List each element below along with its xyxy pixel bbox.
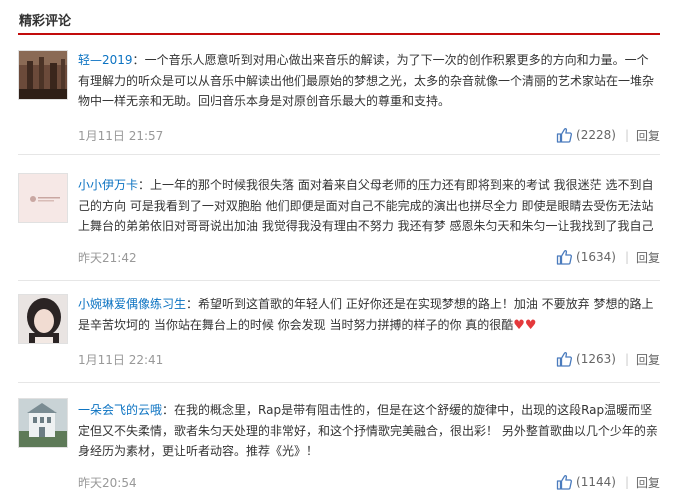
comment-author[interactable]: 一朵会飞的云哦 [78, 403, 162, 417]
comment-divider [18, 382, 660, 383]
reply-link[interactable]: 回复 [636, 249, 660, 266]
avatar[interactable] [18, 173, 68, 223]
comment-item: 小婉琳爱偶像练习生：希望听到这首歌的年轻人们 正好你还是在实现梦想的路上！加油 … [18, 294, 660, 383]
thumbs-up-icon[interactable] [556, 351, 573, 367]
comment-meta: 昨天21:42 (1634) | 回复 [78, 247, 660, 267]
reply-link[interactable]: 回复 [636, 474, 660, 491]
title-rule [18, 33, 660, 35]
avatar-logo-icon [19, 174, 67, 222]
comment-item: 一朵会飞的云哦：在我的概念里，Rap是带有阻击性的，但是在这个舒缓的旋律中，出现… [18, 398, 660, 500]
comment-divider [18, 154, 660, 155]
like-count: (1144) [576, 475, 616, 489]
thumbs-up-icon[interactable] [556, 474, 573, 490]
comment-meta: 1月11日 22:41 (1263) | 回复 [78, 349, 660, 369]
divider: | [624, 352, 629, 366]
comment-author[interactable]: 轻—2019 [78, 53, 133, 67]
avatar-building-icon [19, 399, 67, 447]
avatar[interactable] [18, 50, 68, 100]
like-count: (1634) [576, 250, 616, 264]
thumbs-up-icon[interactable] [556, 127, 573, 143]
comment-actions: (1263) | 回复 [556, 349, 660, 369]
section-title: 精彩评论 [19, 14, 72, 29]
reply-link[interactable]: 回复 [636, 351, 660, 368]
comment-actions: (2228) | 回复 [556, 125, 660, 145]
avatar-photo-icon [19, 51, 67, 99]
divider: | [624, 128, 629, 142]
comment-text: 一朵会飞的云哦：在我的概念里，Rap是带有阻击性的，但是在这个舒缓的旋律中，出现… [78, 403, 658, 458]
comment-author[interactable]: 小婉琳爱偶像练习生 [78, 297, 186, 311]
like-count: (2228) [576, 128, 616, 142]
divider: | [624, 250, 629, 264]
heart-emoji: ♥♥ [513, 317, 537, 333]
comment-item: 轻—2019：一个音乐人愿意听到对用心做出来音乐的解读，为了下一次的创作积累更多… [18, 50, 660, 155]
comment-item: 小小伊万卡：上一年的那个时候我很失落 面对着来自父母老师的压力还有即将到来的考试… [18, 173, 660, 281]
avatar[interactable] [18, 398, 68, 448]
comment-time: 昨天20:54 [78, 476, 137, 490]
comment-divider [18, 280, 660, 281]
reply-link[interactable]: 回复 [636, 127, 660, 144]
comment-text: 小小伊万卡：上一年的那个时候我很失落 面对着来自父母老师的压力还有即将到来的考试… [78, 178, 654, 233]
comment-text: 轻—2019：一个音乐人愿意听到对用心做出来音乐的解读，为了下一次的创作积累更多… [78, 53, 655, 108]
avatar-girl-icon [19, 295, 67, 343]
comment-actions: (1634) | 回复 [556, 247, 660, 267]
thumbs-up-icon[interactable] [556, 249, 573, 265]
comment-author[interactable]: 小小伊万卡 [78, 178, 138, 192]
comment-time: 昨天21:42 [78, 251, 137, 265]
comment-meta: 1月11日 21:57 (2228) | 回复 [78, 125, 660, 145]
comment-meta: 昨天20:54 (1144) | 回复 [78, 472, 660, 492]
comment-time: 1月11日 21:57 [78, 129, 164, 143]
like-count: (1263) [576, 352, 616, 366]
comment-time: 1月11日 22:41 [78, 353, 164, 367]
comment-actions: (1144) | 回复 [556, 472, 660, 492]
divider: | [624, 475, 629, 489]
comment-text: 小婉琳爱偶像练习生：希望听到这首歌的年轻人们 正好你还是在实现梦想的路上！加油 … [78, 297, 654, 333]
avatar[interactable] [18, 294, 68, 344]
